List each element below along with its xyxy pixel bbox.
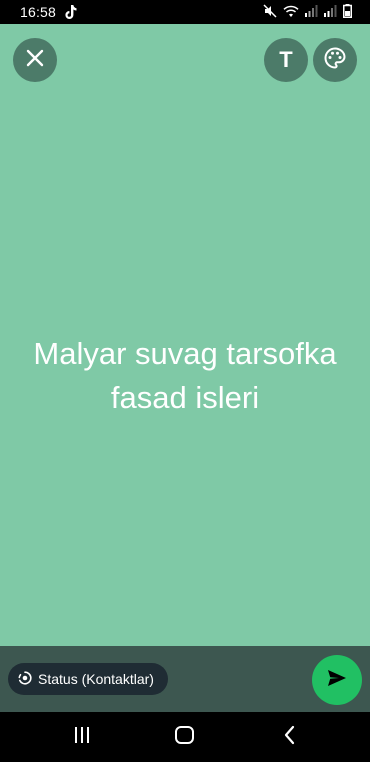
back-button[interactable] [278,725,302,749]
status-text-line: fasad isleri [110,380,260,415]
color-palette-button[interactable] [313,38,357,82]
navigation-bar [0,712,370,762]
home-icon [174,725,196,750]
wifi-icon [283,5,299,18]
text-tool-icon: T [279,47,293,72]
status-canvas[interactable]: T Malyar suvag tarsofka fasad isleri [0,24,370,646]
status-text-line: Malyar suvag tarsofka [33,336,337,371]
close-icon [26,49,44,72]
tiktok-notification-icon [64,4,78,20]
signal-icon-1 [305,5,318,17]
signal-icon-2 [324,5,337,17]
palette-icon [323,46,347,75]
send-icon [327,669,347,692]
home-button[interactable] [173,725,197,749]
audience-label: Status (Kontaktlar) [38,671,154,687]
status-time: 16:58 [20,4,57,20]
audience-selector-button[interactable]: Status (Kontaktlar) [8,663,168,695]
battery-icon [343,4,352,18]
close-button[interactable] [13,38,57,82]
back-icon [283,725,297,750]
send-button[interactable] [312,655,362,705]
bottom-bar: Status (Kontaktlar) [0,646,370,712]
status-icons [263,4,352,18]
status-bar: 16:58 [0,0,370,24]
mute-icon [263,4,277,18]
recent-apps-button[interactable] [70,725,94,749]
status-icon [18,670,32,688]
text-tool-button[interactable]: T [264,38,308,82]
recent-apps-icon [72,726,92,749]
status-text[interactable]: Malyar suvag tarsofka fasad isleri [0,332,370,420]
